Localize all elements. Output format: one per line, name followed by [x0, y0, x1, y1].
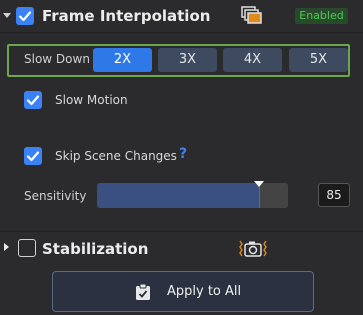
- sensitivity-label: Sensitivity: [24, 189, 87, 203]
- skip-scene-changes-checkbox[interactable]: [24, 147, 42, 165]
- sensitivity-slider-fill: [97, 183, 259, 208]
- section-divider: [0, 231, 363, 232]
- slow-down-2x-button[interactable]: 2X: [93, 48, 152, 72]
- slow-down-5x-button[interactable]: 5X: [289, 48, 348, 72]
- header-divider: [0, 32, 363, 33]
- camera-shake-icon: [238, 238, 268, 260]
- frame-interpolation-checkbox[interactable]: [16, 7, 34, 25]
- stabilization-title: Stabilization: [42, 240, 149, 258]
- sensitivity-slider-marker: [259, 187, 260, 208]
- slow-down-3x-button[interactable]: 3X: [158, 48, 217, 72]
- collapse-caret-icon[interactable]: [3, 13, 11, 18]
- sensitivity-slider-thumb[interactable]: [254, 181, 264, 187]
- slow-motion-checkbox[interactable]: [24, 91, 42, 109]
- skip-scene-changes-label: Skip Scene Changes: [55, 149, 177, 163]
- help-icon[interactable]: ?: [179, 146, 187, 162]
- frames-icon: [241, 6, 265, 26]
- clipboard-icon: [135, 283, 151, 301]
- status-badge: Enabled: [295, 8, 348, 24]
- frame-interpolation-title: Frame Interpolation: [42, 7, 211, 25]
- stabilization-checkbox[interactable]: [18, 239, 36, 257]
- sensitivity-value-input[interactable]: 85: [318, 183, 350, 207]
- expand-caret-icon[interactable]: [4, 243, 9, 251]
- slow-motion-label: Slow Motion: [55, 93, 128, 107]
- slow-down-4x-button[interactable]: 4X: [223, 48, 282, 72]
- apply-to-all-button[interactable]: Apply to All: [52, 271, 314, 312]
- apply-to-all-label: Apply to All: [167, 284, 242, 299]
- slow-down-label: Slow Down: [24, 52, 90, 66]
